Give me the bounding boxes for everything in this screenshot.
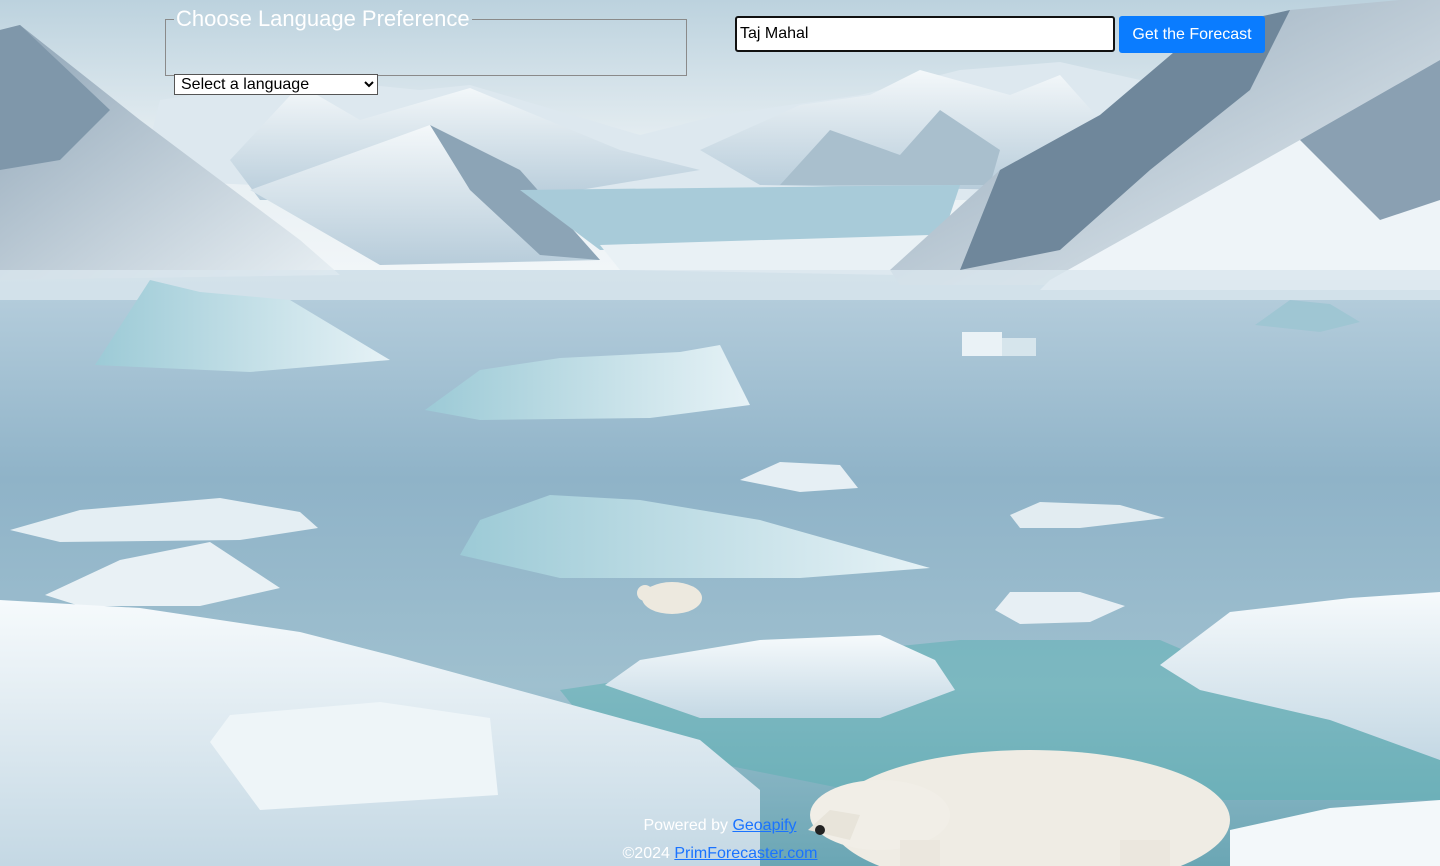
language-preference-legend: Choose Language Preference: [176, 6, 470, 31]
language-select[interactable]: Select a language: [174, 74, 378, 95]
city-search-input[interactable]: [735, 16, 1115, 52]
footer-copyright: ©2024 PrimForecaster.com: [0, 845, 1440, 863]
arctic-background-image: [0, 0, 1440, 866]
weather-page: Choose Language Preference Select a lang…: [0, 0, 1440, 866]
geoapify-link[interactable]: Geoapify: [732, 817, 796, 834]
language-preference-group: Choose Language Preference Select a lang…: [165, 6, 687, 95]
powered-by-label: Powered by: [643, 817, 733, 834]
copyright-label: ©2024: [622, 845, 675, 862]
get-forecast-button[interactable]: Get the Forecast: [1119, 16, 1265, 53]
site-link[interactable]: PrimForecaster.com: [674, 845, 817, 862]
footer-powered-by: Powered by Geoapify: [0, 817, 1440, 835]
